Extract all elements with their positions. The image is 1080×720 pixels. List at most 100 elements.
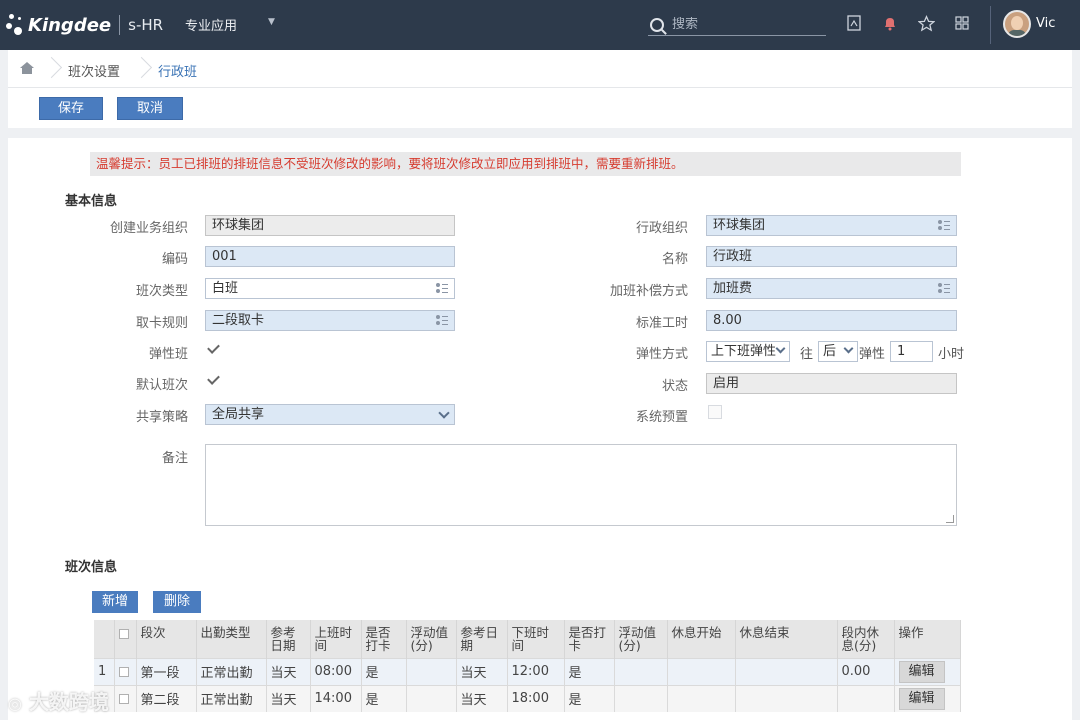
col-segment[interactable]: 段次 <box>136 620 197 658</box>
cell-end-float[interactable] <box>614 657 668 685</box>
edit-row-button[interactable]: 编辑 <box>898 687 945 710</box>
cell-ref-date-end[interactable]: 当天 <box>456 684 508 712</box>
lookup-icon[interactable] <box>436 282 448 294</box>
username[interactable]: Vic <box>1036 16 1055 31</box>
shift-type-field[interactable]: 白班 <box>205 278 455 299</box>
chevron-down-icon[interactable]: ▼ <box>268 17 275 27</box>
table-row[interactable]: 第二段 正常出勤 当天 14:00 是 当天 18:00 是 编辑 <box>94 684 961 712</box>
col-attendance-type[interactable]: 出勤类型 <box>196 620 267 658</box>
cell-break-minutes[interactable]: 0.00 <box>837 657 895 685</box>
avatar[interactable] <box>1003 10 1031 38</box>
cell-break-start[interactable] <box>667 684 736 712</box>
row-checkbox[interactable] <box>118 693 129 704</box>
cell-start-punch[interactable]: 是 <box>361 657 407 685</box>
remark-textarea[interactable] <box>205 444 957 526</box>
admin-org-value: 环球集团 <box>713 218 766 233</box>
label-share-policy: 共享策略 <box>135 410 188 425</box>
col-end-float[interactable]: 浮动值(分) <box>614 620 668 658</box>
cell-end-time[interactable]: 12:00 <box>507 657 565 685</box>
cell-end-float[interactable] <box>614 684 668 712</box>
search-box[interactable] <box>648 14 826 36</box>
flex-direction-value: 后 <box>823 344 837 359</box>
home-icon[interactable] <box>20 62 34 74</box>
cancel-button[interactable]: 取消 <box>117 97 183 120</box>
label-create-org: 创建业务组织 <box>109 221 188 236</box>
shift-type-value: 白班 <box>212 281 239 296</box>
lookup-icon[interactable] <box>436 314 448 326</box>
label-overtime-comp: 加班补偿方式 <box>609 284 688 299</box>
flex-direction-select[interactable]: 后 <box>818 341 858 362</box>
cell-segment[interactable]: 第二段 <box>136 684 197 712</box>
cell-break-end[interactable] <box>735 657 838 685</box>
resize-grip-icon[interactable] <box>946 515 954 523</box>
nav-professional-apps[interactable]: 专业应用 <box>185 15 237 34</box>
flexible-shift-checkbox[interactable] <box>207 342 221 356</box>
col-start-float[interactable]: 浮动值(分) <box>406 620 457 658</box>
share-policy-select[interactable]: 全局共享 <box>205 404 455 425</box>
system-preset-checkbox[interactable] <box>708 405 722 419</box>
delete-row-button[interactable]: 删除 <box>153 591 201 613</box>
cell-start-punch[interactable]: 是 <box>361 684 407 712</box>
edit-row-button[interactable]: 编辑 <box>898 660 945 683</box>
col-ref-date-start[interactable]: 参考日期 <box>266 620 311 658</box>
flex-amount-input[interactable]: 1 <box>890 341 933 362</box>
bell-icon[interactable] <box>881 15 899 33</box>
cell-segment[interactable]: 第一段 <box>136 657 197 685</box>
card-rule-field[interactable]: 二段取卡 <box>205 310 455 331</box>
cell-start-float[interactable] <box>406 684 457 712</box>
row-checkbox[interactable] <box>118 666 129 677</box>
cell-break-end[interactable] <box>735 684 838 712</box>
apps-grid-icon[interactable] <box>953 15 971 33</box>
report-icon[interactable] <box>845 15 863 33</box>
table-row[interactable]: 1 第一段 正常出勤 当天 08:00 是 当天 12:00 是 0.00 编辑 <box>94 657 961 685</box>
std-hours-field[interactable]: 8.00 <box>706 310 957 331</box>
breadcrumb-shift-settings[interactable]: 班次设置 <box>68 61 120 80</box>
std-hours-value: 8.00 <box>713 313 742 328</box>
label-default-shift: 默认班次 <box>135 378 188 393</box>
admin-org-field[interactable]: 环球集团 <box>706 215 957 236</box>
add-row-button[interactable]: 新增 <box>92 591 138 613</box>
name-field[interactable]: 行政班 <box>706 246 957 267</box>
cell-start-float[interactable] <box>406 657 457 685</box>
section-basic-info: 基本信息 <box>65 194 118 209</box>
create-org-value: 环球集团 <box>212 218 265 233</box>
cell-ref-date-start[interactable]: 当天 <box>266 684 311 712</box>
share-policy-value: 全局共享 <box>212 407 265 422</box>
col-end-time[interactable]: 下班时间 <box>507 620 565 658</box>
col-break-minutes[interactable]: 段内休息(分) <box>837 620 895 658</box>
cell-attendance-type[interactable]: 正常出勤 <box>196 684 267 712</box>
cell-end-punch[interactable]: 是 <box>564 684 615 712</box>
default-shift-checkbox[interactable] <box>207 373 221 387</box>
lookup-icon[interactable] <box>938 282 950 294</box>
col-break-start[interactable]: 休息开始 <box>667 620 736 658</box>
select-all-checkbox[interactable] <box>118 628 129 639</box>
cell-end-time[interactable]: 18:00 <box>507 684 565 712</box>
cell-start-time[interactable]: 14:00 <box>310 684 362 712</box>
label-card-rule: 取卡规则 <box>135 316 188 331</box>
cell-ref-date-start[interactable]: 当天 <box>266 657 311 685</box>
col-ref-date-end[interactable]: 参考日期 <box>456 620 508 658</box>
cell-start-time[interactable]: 08:00 <box>310 657 362 685</box>
col-select-all[interactable] <box>114 620 137 658</box>
overtime-comp-field[interactable]: 加班费 <box>706 278 957 299</box>
code-field[interactable]: 001 <box>205 246 455 267</box>
flex-mode-select[interactable]: 上下班弹性 <box>706 341 790 362</box>
row-select-cell[interactable] <box>114 684 137 712</box>
cell-break-minutes[interactable] <box>837 684 895 712</box>
col-end-punch[interactable]: 是否打卡 <box>564 620 615 658</box>
lookup-icon[interactable] <box>938 219 950 231</box>
cell-break-start[interactable] <box>667 657 736 685</box>
star-icon[interactable] <box>916 15 936 33</box>
col-break-end[interactable]: 休息结束 <box>735 620 838 658</box>
cell-ref-date-end[interactable]: 当天 <box>456 657 508 685</box>
col-index <box>94 620 115 658</box>
row-select-cell[interactable] <box>114 657 137 685</box>
col-start-punch[interactable]: 是否打卡 <box>361 620 407 658</box>
search-input[interactable] <box>672 17 812 32</box>
col-start-time[interactable]: 上班时间 <box>310 620 362 658</box>
kingdee-logo[interactable]: Kingdee s-HR <box>6 10 163 40</box>
save-button[interactable]: 保存 <box>39 97 103 120</box>
cell-end-punch[interactable]: 是 <box>564 657 615 685</box>
top-bar: Kingdee s-HR 专业应用 ▼ Vic <box>0 0 1080 50</box>
cell-attendance-type[interactable]: 正常出勤 <box>196 657 267 685</box>
